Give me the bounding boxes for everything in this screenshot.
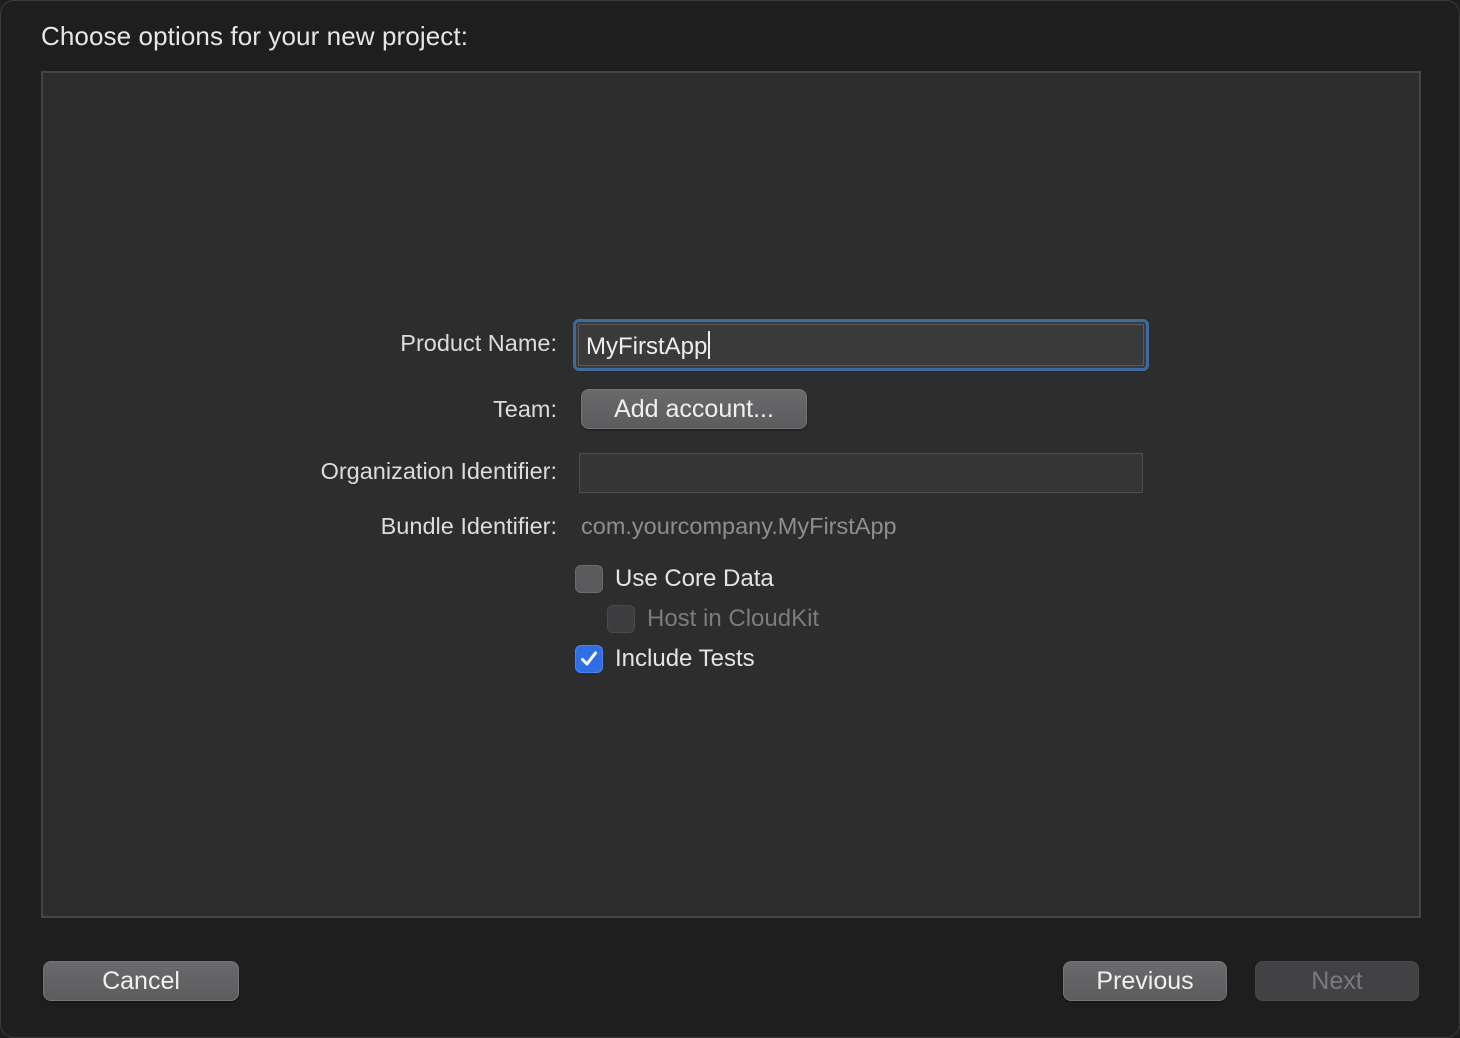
dialog-title: Choose options for your new project: bbox=[41, 21, 469, 51]
use-core-data-checkbox[interactable] bbox=[575, 565, 603, 593]
product-name-value-wrap: MyFirstApp bbox=[586, 331, 711, 361]
team-label: Team: bbox=[493, 396, 557, 422]
host-in-cloudkit-checkbox bbox=[607, 605, 635, 633]
add-account-button[interactable]: Add account... bbox=[581, 389, 807, 429]
next-button: Next bbox=[1255, 961, 1419, 1001]
new-project-options-dialog: Choose options for your new project: Pro… bbox=[0, 0, 1460, 1038]
org-identifier-field[interactable] bbox=[579, 453, 1143, 493]
cancel-button[interactable]: Cancel bbox=[43, 961, 239, 1001]
use-core-data-label[interactable]: Use Core Data bbox=[615, 565, 774, 593]
bundle-identifier-label: Bundle Identifier: bbox=[380, 513, 557, 539]
org-identifier-label: Organization Identifier: bbox=[320, 458, 557, 484]
bundle-identifier-value: com.yourcompany.MyFirstApp bbox=[581, 513, 897, 539]
product-name-label: Product Name: bbox=[400, 330, 557, 356]
include-tests-label[interactable]: Include Tests bbox=[615, 645, 755, 673]
text-caret bbox=[708, 331, 711, 359]
host-in-cloudkit-label: Host in CloudKit bbox=[647, 605, 820, 632]
include-tests-checkbox[interactable] bbox=[575, 645, 603, 673]
options-panel bbox=[41, 71, 1421, 918]
product-name-field[interactable]: MyFirstApp bbox=[573, 319, 1149, 371]
product-name-value: MyFirstApp bbox=[586, 333, 708, 360]
checkmark-icon bbox=[581, 651, 597, 666]
previous-button[interactable]: Previous bbox=[1063, 961, 1227, 1001]
